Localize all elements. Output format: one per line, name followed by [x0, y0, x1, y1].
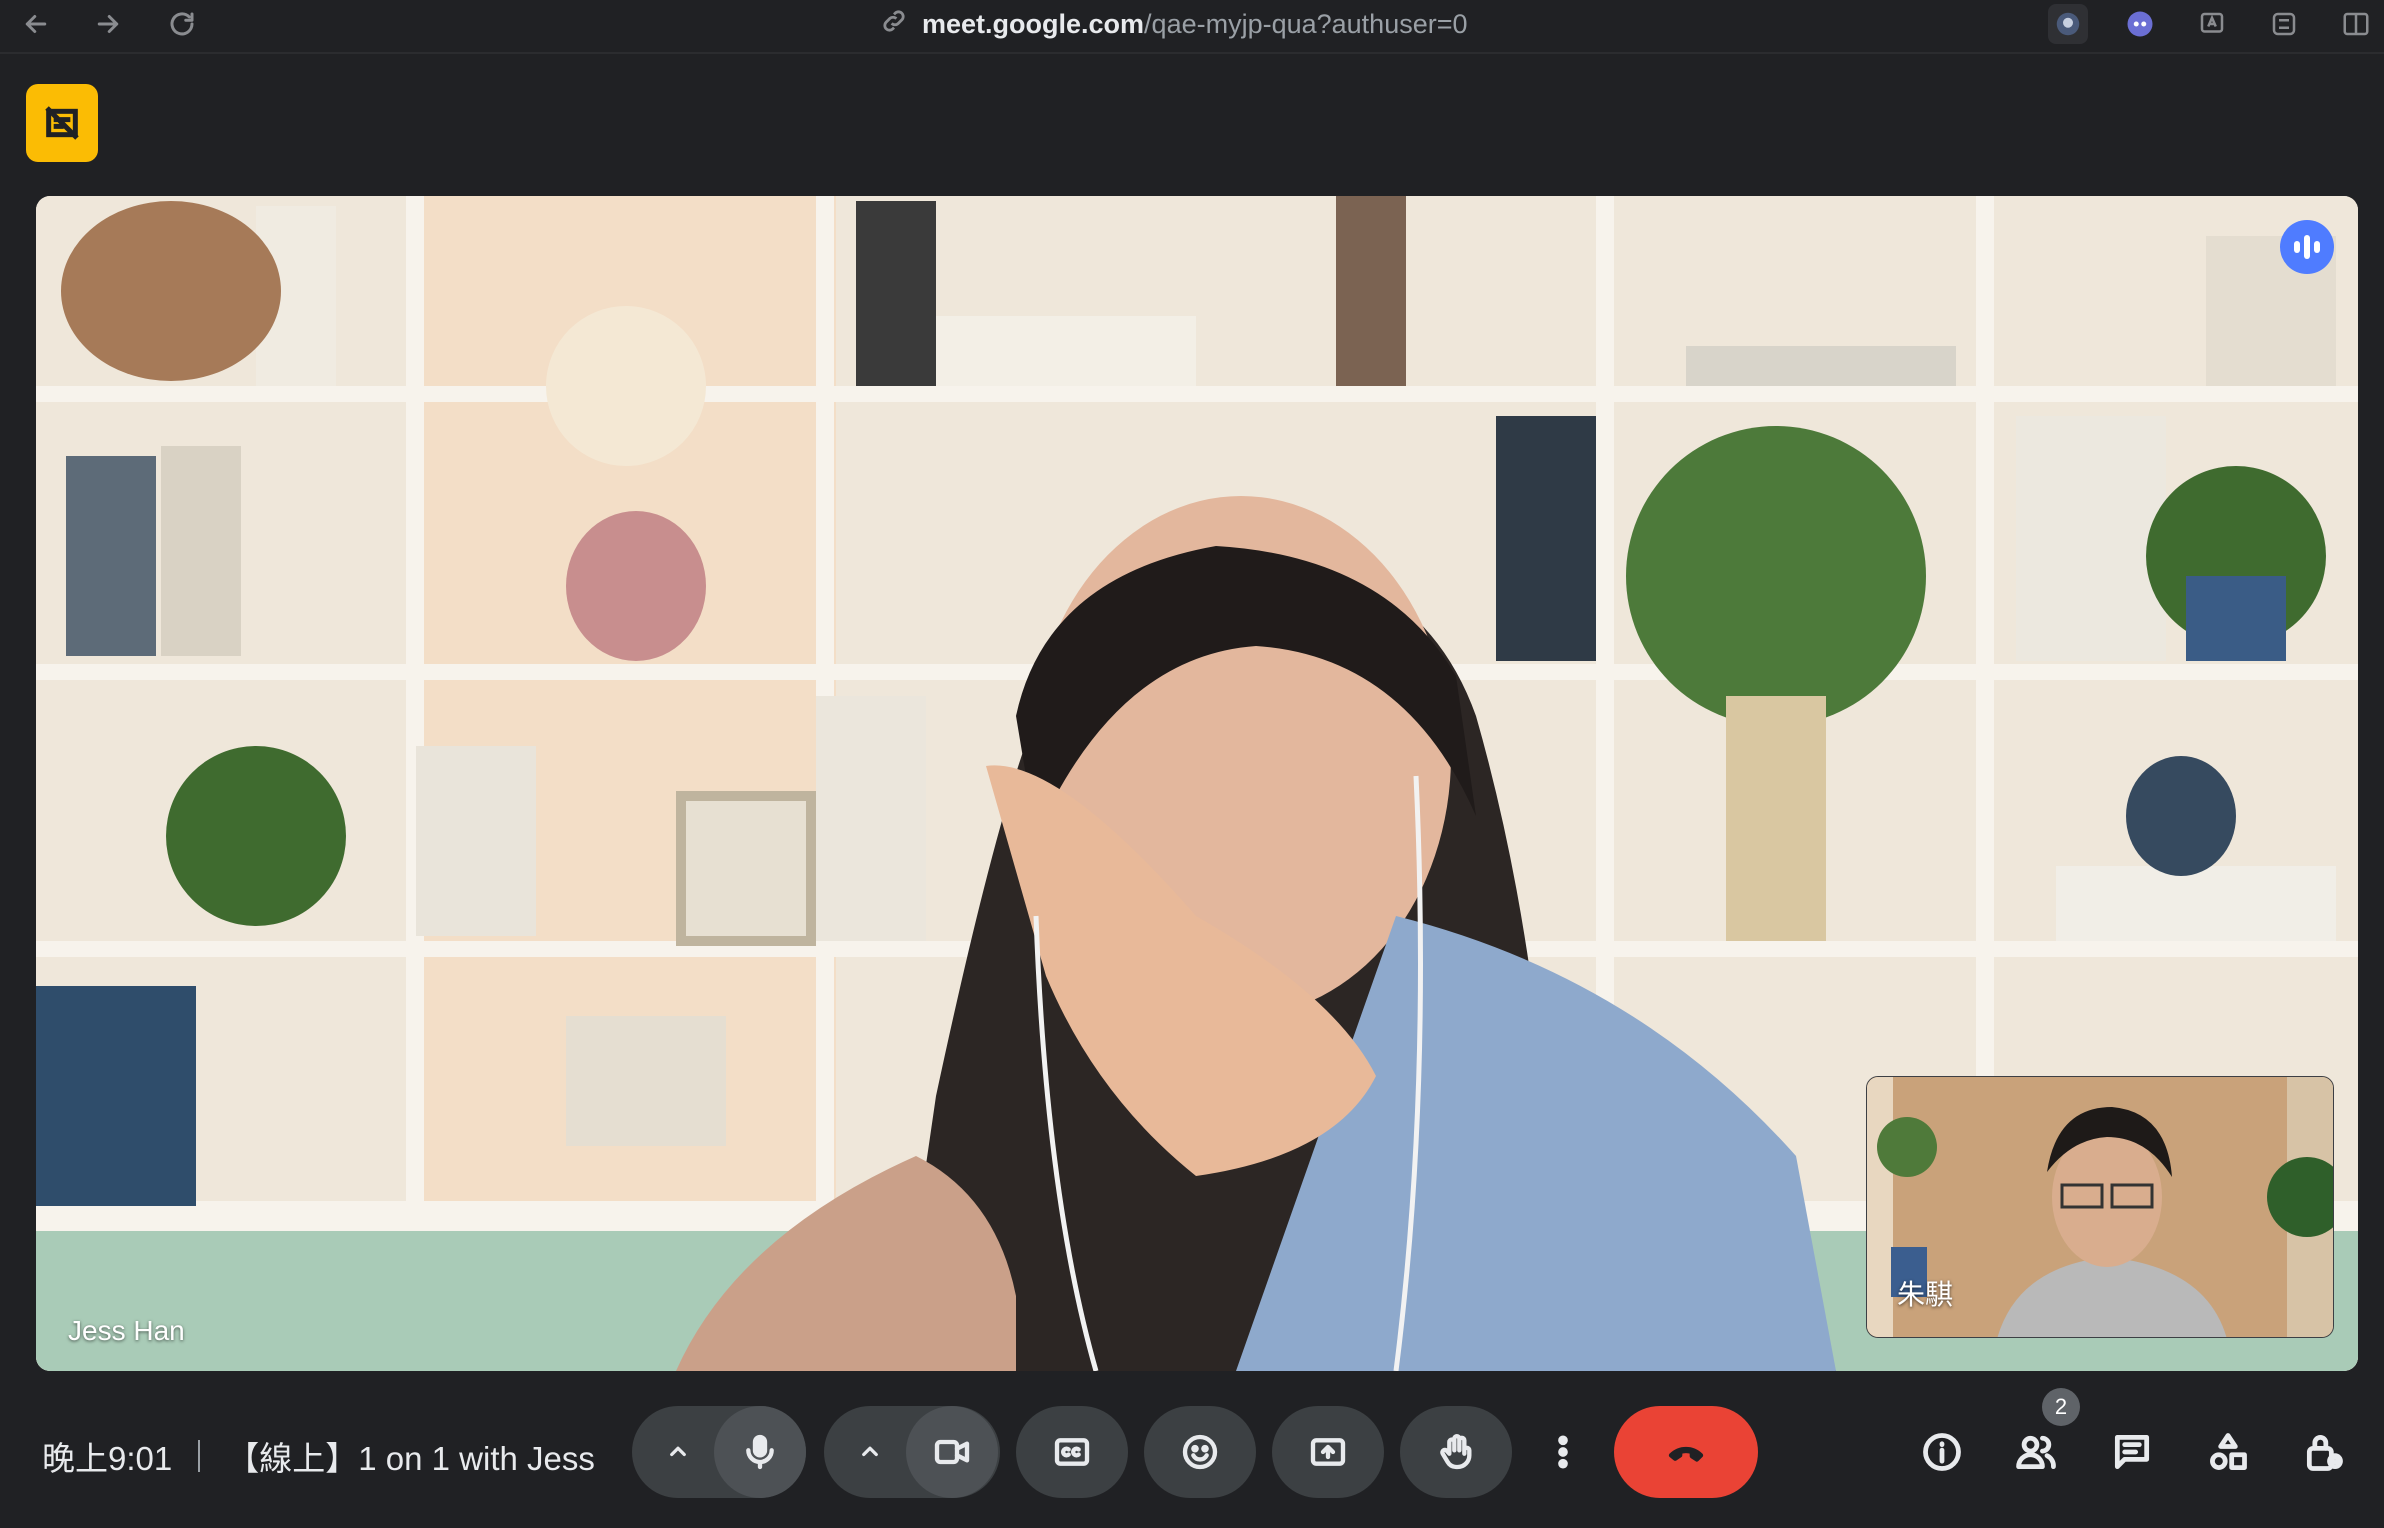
divider [198, 1440, 201, 1472]
hang-up-icon [1668, 1446, 1704, 1462]
sidebar-icon [2343, 12, 2369, 36]
extension-button-2[interactable] [2120, 4, 2160, 44]
audio-options-button[interactable] [650, 1406, 706, 1498]
url-host: meet.google.com [922, 8, 1145, 39]
no-transcript-icon [45, 106, 79, 140]
reload-icon [170, 12, 194, 36]
reload-button[interactable] [162, 4, 202, 44]
extension-icon [2056, 12, 2080, 36]
forward-button[interactable] [88, 4, 128, 44]
meeting-control-bar: 晚上9:01 【線上】1 on 1 with Jess [0, 1380, 2384, 1528]
microphone-button[interactable] [714, 1406, 806, 1498]
video-options-button[interactable] [842, 1406, 898, 1498]
more-vertical-icon [1558, 1435, 1568, 1469]
participant-count-badge: 2 [2042, 1388, 2080, 1426]
extension-icon [2127, 11, 2153, 37]
lock-person-icon [2306, 1435, 2343, 1471]
more-options-button[interactable] [1535, 1406, 1591, 1498]
emoji-icon [1182, 1434, 1218, 1470]
closed-captions-icon [1054, 1438, 1090, 1466]
leave-call-button[interactable] [1614, 1406, 1758, 1498]
chevron-up-icon [670, 1446, 686, 1457]
present-screen-icon [1310, 1438, 1346, 1466]
video-camera-icon [934, 1439, 970, 1465]
people-icon [2016, 1435, 2056, 1470]
meeting-details: 晚上9:01 【線上】1 on 1 with Jess [42, 1432, 595, 1480]
meeting-details-button[interactable] [1910, 1420, 1974, 1484]
raise-hand-icon [1440, 1434, 1472, 1470]
meeting-time: 晚上9:01 [42, 1440, 173, 1477]
self-name-label: 朱騏 [1897, 1279, 1954, 1310]
extension-button-3[interactable] [2192, 4, 2232, 44]
extension-button-4[interactable] [2264, 4, 2304, 44]
people-button[interactable] [2004, 1420, 2068, 1484]
translate-icon [2200, 12, 2224, 33]
reactions-button[interactable] [1144, 1406, 1256, 1498]
arrow-left-icon [25, 15, 47, 33]
recording-status-button[interactable] [26, 84, 98, 162]
camera-button[interactable] [906, 1406, 998, 1498]
info-icon [1923, 1433, 1961, 1471]
present-button[interactable] [1272, 1406, 1384, 1498]
chat-button[interactable] [2100, 1420, 2164, 1484]
speaking-indicator [2280, 220, 2334, 274]
sidebar-toggle-button[interactable] [2336, 4, 2376, 44]
captions-button[interactable] [1016, 1406, 1128, 1498]
extension-button-1[interactable] [2048, 4, 2088, 44]
browser-toolbar: meet.google.com/qae-myjp-qua?authuser=0 [0, 0, 2384, 54]
chevron-up-icon [862, 1446, 878, 1457]
self-view-tile[interactable]: 朱騏 [1866, 1076, 2334, 1338]
raise-hand-button[interactable] [1400, 1406, 1512, 1498]
meeting-title: 【線上】1 on 1 with Jess [226, 1440, 595, 1477]
arrow-right-icon [97, 15, 119, 33]
participant-name-label: Jess Han [68, 1315, 185, 1346]
activities-button[interactable] [2196, 1420, 2260, 1484]
url-path: /qae-myjp-qua?authuser=0 [1144, 8, 1468, 39]
host-controls-button[interactable] [2292, 1420, 2356, 1484]
address-bar[interactable]: meet.google.com/qae-myjp-qua?authuser=0 [880, 6, 1468, 42]
chat-icon [2114, 1434, 2150, 1470]
sliders-icon [2272, 12, 2296, 36]
back-button[interactable] [16, 4, 56, 44]
microphone-icon [746, 1434, 774, 1470]
link-icon [880, 7, 908, 42]
activities-icon [2210, 1433, 2247, 1470]
